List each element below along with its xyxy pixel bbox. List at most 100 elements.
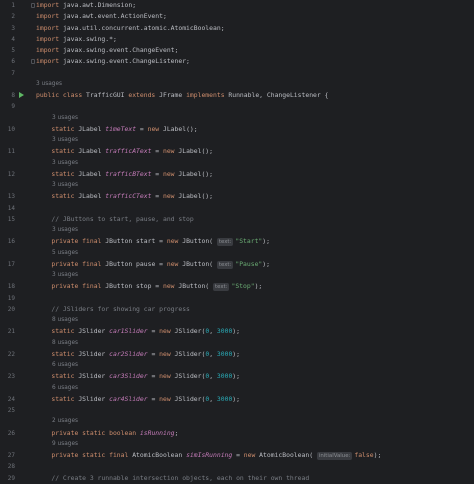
- line-number: 17: [7, 260, 15, 268]
- code-text[interactable]: import javax.swing.event.ChangeListener;: [36, 56, 190, 67]
- usages-label[interactable]: 5 usages: [52, 248, 78, 259]
- code-text[interactable]: static JLabel timeText = new JLabel();: [36, 124, 197, 135]
- code-line: 17 private final JButton pause = new JBu…: [0, 259, 474, 270]
- code-text[interactable]: import java.awt.event.ActionEvent;: [36, 11, 167, 22]
- code-line: 7: [0, 68, 474, 79]
- line-number: 16: [7, 238, 15, 246]
- usages-hint: 2 usages: [0, 416, 474, 427]
- code-line: 2 import java.awt.event.ActionEvent;: [0, 11, 474, 22]
- code-text[interactable]: import javax.swing.event.ChangeEvent;: [36, 45, 178, 56]
- code-text[interactable]: private static final AtomicBoolean simIs…: [36, 450, 381, 461]
- code-line: 19: [0, 293, 474, 304]
- code-line: 13 static JLabel trafficCText = new JLab…: [0, 191, 474, 202]
- run-gutter-icon[interactable]: [19, 92, 24, 98]
- code-text[interactable]: public class TrafficGUI extends JFrame i…: [36, 90, 328, 101]
- line-number: 24: [7, 395, 15, 403]
- code-text[interactable]: static JSlider car2Slider = new JSlider(…: [36, 349, 240, 360]
- code-line: 23 static JSlider car3Slider = new JSlid…: [0, 371, 474, 382]
- usages-label[interactable]: 3 usages: [52, 270, 78, 281]
- usages-label[interactable]: 3 usages: [52, 158, 78, 169]
- usages-hint: 6 usages: [0, 383, 474, 394]
- line-number: 18: [7, 283, 15, 291]
- line-number: 6: [11, 58, 15, 66]
- code-line: 26 private static boolean isRunning;: [0, 428, 474, 439]
- usages-label[interactable]: 8 usages: [52, 315, 78, 326]
- code-text[interactable]: static JLabel trafficBText = new JLabel(…: [36, 169, 213, 180]
- usages-hint: 3 usages: [0, 158, 474, 169]
- line-number: 9: [11, 103, 15, 111]
- code-line: 25: [0, 405, 474, 416]
- code-text[interactable]: private static boolean isRunning;: [36, 428, 178, 439]
- code-text[interactable]: private final JButton stop = new JButton…: [36, 281, 262, 292]
- fold-icon[interactable]: [31, 59, 35, 65]
- code-line: 5 import javax.swing.event.ChangeEvent;: [0, 45, 474, 56]
- usages-label[interactable]: 6 usages: [52, 360, 78, 371]
- line-number: 15: [7, 215, 15, 223]
- code-line: 20 // JSliders for showing car progress: [0, 304, 474, 315]
- usages-label[interactable]: 6 usages: [52, 383, 78, 394]
- code-text[interactable]: static JSlider car4Slider = new JSlider(…: [36, 394, 240, 405]
- usages-label[interactable]: 2 usages: [52, 416, 78, 427]
- usages-hint: 3 usages: [0, 180, 474, 191]
- code-text[interactable]: // JButtons to start, pause, and stop: [36, 214, 193, 225]
- line-number: 1: [11, 2, 15, 9]
- code-text[interactable]: import java.awt.Dimension;: [36, 0, 136, 11]
- line-number: 29: [7, 474, 15, 482]
- code-text[interactable]: static JSlider car3Slider = new JSlider(…: [36, 371, 240, 382]
- code-line: 22 static JSlider car2Slider = new JSlid…: [0, 349, 474, 360]
- code-line: 9: [0, 101, 474, 112]
- fold-icon[interactable]: [31, 3, 35, 8]
- code-text[interactable]: static JLabel trafficAText = new JLabel(…: [36, 146, 213, 157]
- code-text[interactable]: // JSliders for showing car progress: [36, 304, 190, 315]
- code-editor[interactable]: 1 import java.awt.Dimension; 2 import java.…: [0, 0, 474, 482]
- code-line: 11 static JLabel trafficAText = new JLab…: [0, 146, 474, 157]
- usages-hint: 3 usages: [0, 270, 474, 281]
- code-line: 18 private final JButton stop = new JBut…: [0, 281, 474, 292]
- line-number: 5: [11, 47, 15, 54]
- line-number: 21: [7, 328, 15, 336]
- code-line: 3 import java.util.concurrent.atomic.Atom…: [0, 23, 474, 34]
- line-number: 7: [11, 69, 15, 77]
- line-number: 8: [11, 92, 15, 99]
- line-number: 10: [7, 125, 15, 133]
- code-text[interactable]: private final JButton start = new JButto…: [36, 236, 270, 247]
- line-number: 2: [11, 13, 15, 21]
- usages-label[interactable]: 3 usages: [52, 135, 78, 146]
- usages-label[interactable]: 3 usages: [52, 113, 78, 124]
- line-number: 13: [7, 193, 15, 201]
- usages-label[interactable]: 3 usages: [36, 79, 62, 90]
- code-text[interactable]: // Create 3 runnable intersection object…: [36, 473, 309, 484]
- code-line: 27 private static final AtomicBoolean si…: [0, 450, 474, 461]
- code-text[interactable]: static JLabel trafficCText = new JLabel(…: [36, 191, 213, 202]
- usages-hint: 8 usages: [0, 315, 474, 326]
- code-line: 29 // Create 3 runnable intersection obj…: [0, 473, 474, 484]
- line-number: 28: [7, 463, 15, 471]
- line-number: 26: [7, 429, 15, 437]
- code-text[interactable]: import java.util.concurrent.atomic.Atomi…: [36, 23, 225, 34]
- line-number: 22: [7, 350, 15, 358]
- code-line: 21 static JSlider car1Slider = new JSlid…: [0, 326, 474, 337]
- code-line: 6 import javax.swing.event.ChangeListener…: [0, 56, 474, 67]
- line-number: 3: [11, 24, 15, 32]
- code-text[interactable]: import javax.swing.*;: [36, 34, 117, 45]
- usages-hint: 3 usages: [0, 135, 474, 146]
- usages-hint: 3 usages: [0, 113, 474, 124]
- usages-label[interactable]: 3 usages: [52, 225, 78, 236]
- code-line: 12 static JLabel trafficBText = new JLab…: [0, 169, 474, 180]
- usages-hint: 6 usages: [0, 360, 474, 371]
- line-number: 27: [7, 452, 15, 459]
- usages-label[interactable]: 9 usages: [52, 439, 78, 450]
- code-line: 10 static JLabel timeText = new JLabel()…: [0, 124, 474, 135]
- code-text[interactable]: private final JButton pause = new JButto…: [36, 259, 270, 270]
- code-line: 28: [0, 461, 474, 472]
- line-number: 23: [7, 373, 15, 381]
- usages-hint: 8 usages: [0, 338, 474, 349]
- code-line: 16 private final JButton start = new JBu…: [0, 236, 474, 247]
- line-number: 25: [7, 407, 15, 414]
- code-line: 24 static JSlider car4Slider = new JSlid…: [0, 394, 474, 405]
- code-text[interactable]: static JSlider car1Slider = new JSlider(…: [36, 326, 240, 337]
- line-number: 4: [11, 35, 15, 43]
- usages-label[interactable]: 8 usages: [52, 338, 78, 349]
- usages-label[interactable]: 3 usages: [52, 180, 78, 191]
- code-line: 8 public class TrafficGUI extends JFrame …: [0, 90, 474, 101]
